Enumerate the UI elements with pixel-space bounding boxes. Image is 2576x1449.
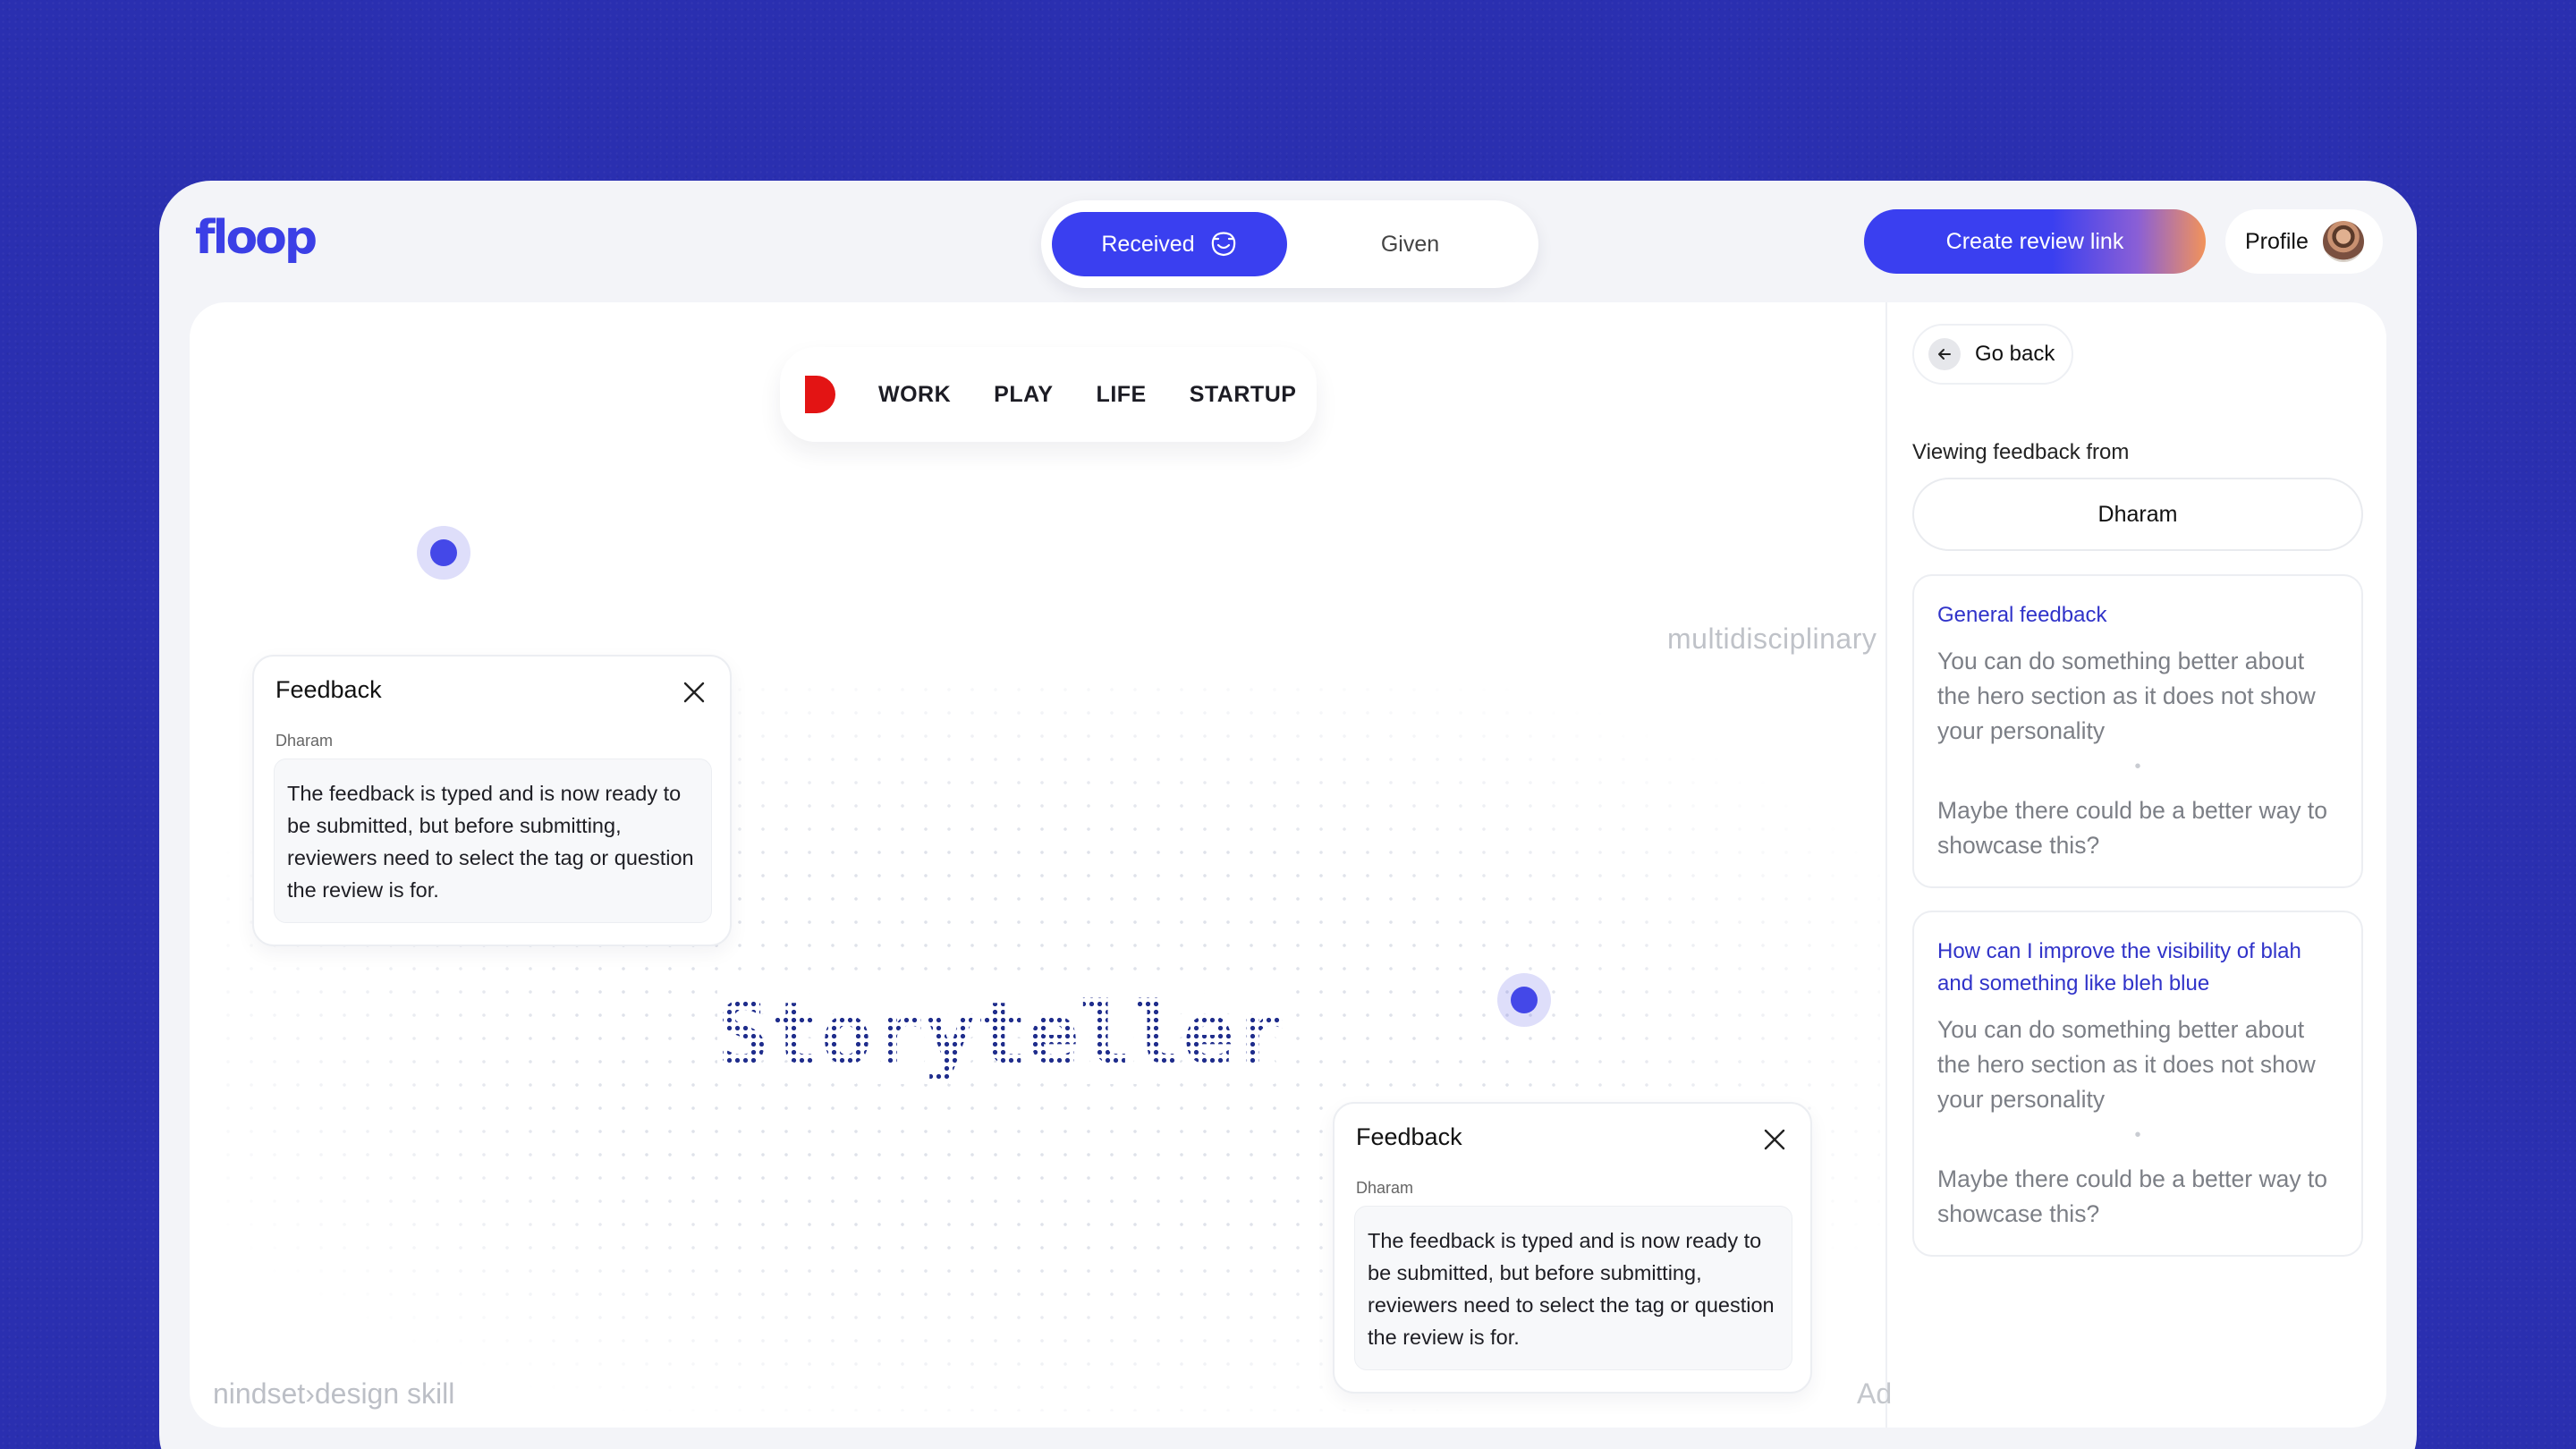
- feedback-card-title: Feedback: [275, 676, 382, 703]
- comment-separator: •: [2134, 1125, 2141, 1145]
- viewing-feedback-label: Viewing feedback from: [1912, 440, 2130, 464]
- site-nav-startup[interactable]: STARTUP: [1190, 382, 1297, 408]
- floop-logo[interactable]: floop: [195, 211, 318, 265]
- footer-left-text: nindset›design skill: [213, 1377, 455, 1410]
- feedback-pin-2[interactable]: [1497, 973, 1551, 1027]
- hero-side-word: multidisciplinary: [1667, 623, 1877, 655]
- feedback-comment: Maybe there could be a better way to sho…: [1937, 1165, 2328, 1227]
- hero-word: Storyteller: [717, 984, 1286, 1084]
- feedback-card-text: The feedback is typed and is now ready t…: [274, 758, 712, 923]
- tab-received[interactable]: Received: [1052, 212, 1287, 276]
- site-nav: WORK PLAY LIFE STARTUP: [780, 347, 1317, 442]
- question-title[interactable]: General feedback: [1937, 599, 2338, 631]
- feedback-comment: You can do something better about the he…: [1937, 648, 2316, 744]
- tab-received-label: Received: [1101, 231, 1195, 257]
- received-given-toggle: Received Given: [1041, 200, 1538, 288]
- comment-separator: •: [2134, 757, 2141, 776]
- main-panel: WORK PLAY LIFE STARTUP multidisciplinary…: [190, 302, 2386, 1428]
- profile-label: Profile: [2245, 228, 2309, 254]
- feedback-card-author: Dharam: [1356, 1179, 1414, 1197]
- feedback-card-2: Feedback Dharam The feedback is typed an…: [1333, 1102, 1812, 1394]
- hero-word-text: Storyteller: [717, 984, 1286, 1084]
- site-nav-work[interactable]: WORK: [878, 382, 951, 408]
- tab-given[interactable]: Given: [1292, 212, 1528, 276]
- site-nav-life[interactable]: LIFE: [1097, 382, 1147, 408]
- site-nav-play[interactable]: PLAY: [994, 382, 1053, 408]
- go-back-button[interactable]: Go back: [1912, 324, 2073, 385]
- feedback-card-title: Feedback: [1356, 1123, 1462, 1150]
- question-card-visibility: How can I improve the visibility of blah…: [1912, 911, 2363, 1257]
- reviewer-selector[interactable]: Dharam: [1912, 478, 2363, 551]
- feedback-card-author: Dharam: [275, 732, 334, 750]
- go-back-label: Go back: [1975, 342, 2055, 366]
- smile-icon: [1211, 232, 1235, 257]
- close-icon[interactable]: [682, 680, 707, 705]
- create-review-link-button[interactable]: Create review link: [1864, 209, 2206, 274]
- profile-button[interactable]: Profile: [2225, 209, 2383, 274]
- feedback-comment: You can do something better about the he…: [1937, 1016, 2316, 1113]
- question-card-general: General feedback You can do something be…: [1912, 574, 2363, 888]
- site-logo-icon[interactable]: [805, 376, 835, 413]
- feedback-pin-1[interactable]: [417, 526, 470, 580]
- site-preview-canvas[interactable]: WORK PLAY LIFE STARTUP multidisciplinary…: [190, 302, 1892, 1428]
- feedback-comment: Maybe there could be a better way to sho…: [1937, 797, 2328, 859]
- arrow-left-icon: [1928, 338, 1961, 370]
- feedback-card-1: Feedback Dharam The feedback is typed an…: [252, 655, 732, 946]
- avatar: [2322, 221, 2364, 262]
- feedback-card-text: The feedback is typed and is now ready t…: [1354, 1206, 1792, 1370]
- question-title[interactable]: How can I improve the visibility of blah…: [1937, 936, 2338, 1000]
- feedback-sidebar: Go back Viewing feedback from Dharam Gen…: [1887, 302, 2386, 1428]
- close-icon[interactable]: [1762, 1127, 1787, 1152]
- app-window: floop Received Given Create review link …: [159, 181, 2417, 1449]
